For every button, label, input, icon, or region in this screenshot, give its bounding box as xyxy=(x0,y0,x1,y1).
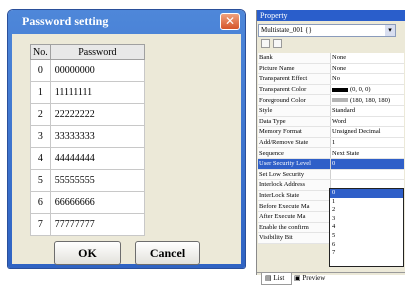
close-icon[interactable]: ✕ xyxy=(220,13,240,30)
object-selector[interactable]: Multistate_001 {} ▾ xyxy=(258,24,396,37)
property-key: Bank xyxy=(258,53,331,64)
property-key: Visibility Bit xyxy=(258,232,331,244)
property-value[interactable]: Unsigned Decimal xyxy=(330,126,404,138)
table-row[interactable]: 7 77777777 xyxy=(30,213,146,236)
property-value[interactable]: (0, 0, 0) xyxy=(330,84,404,96)
property-value[interactable]: 1 xyxy=(330,137,404,149)
dropdown-option[interactable]: 6 xyxy=(330,241,403,250)
table-row[interactable]: 5 55555555 xyxy=(30,169,146,192)
property-row[interactable]: Transparent Color (0, 0, 0) xyxy=(258,84,404,96)
password-cell[interactable]: 55555555 xyxy=(49,169,146,192)
row-number: 0 xyxy=(30,59,51,82)
property-key: Style xyxy=(258,105,331,117)
property-key: Before Execute Ma xyxy=(258,200,331,212)
password-setting-dialog: Password setting ✕ No. Password 0 0000000… xyxy=(8,10,245,268)
row-number: 2 xyxy=(30,103,51,126)
property-key: Data Type xyxy=(258,116,331,128)
color-swatch xyxy=(332,98,348,103)
property-key: Set Low Security xyxy=(258,169,331,181)
property-row[interactable]: Add/Remove State 1 xyxy=(258,137,404,149)
property-key: Transparent Color xyxy=(258,84,331,96)
panel-tabs: ▤ List ▣ Preview xyxy=(257,272,405,286)
table-row[interactable]: 6 66666666 xyxy=(30,191,146,214)
row-number: 1 xyxy=(30,81,51,104)
property-key: Memory Format xyxy=(258,126,331,138)
row-number: 5 xyxy=(30,169,51,192)
password-cell[interactable]: 44444444 xyxy=(49,147,146,170)
dropdown-option[interactable]: 0 xyxy=(330,189,403,198)
security-level-dropdown[interactable]: 01234567 xyxy=(329,188,404,267)
tab-list-label: List xyxy=(273,274,285,282)
property-value[interactable] xyxy=(330,169,404,181)
row-number: 3 xyxy=(30,125,51,148)
property-row[interactable]: User Security Level 0 xyxy=(258,158,404,170)
panel-title: Property xyxy=(257,10,405,21)
ok-button[interactable]: OK xyxy=(54,241,121,265)
property-row[interactable]: Data Type Word xyxy=(258,116,404,128)
property-value[interactable]: None xyxy=(330,63,404,75)
dropdown-option[interactable]: 4 xyxy=(330,223,403,232)
property-key: Interlock Address xyxy=(258,179,331,191)
password-cell[interactable]: 77777777 xyxy=(49,213,146,236)
property-row[interactable]: Memory Format Unsigned Decimal xyxy=(258,126,404,138)
property-row[interactable]: Set Low Security xyxy=(258,169,404,181)
property-panel: Property Multistate_001 {} ▾ Bank None Pic… xyxy=(256,10,405,285)
property-key: Add/Remove State xyxy=(258,137,331,149)
property-value[interactable]: Word xyxy=(330,116,404,128)
object-selector-value: Multistate_001 {} xyxy=(261,26,312,34)
color-swatch xyxy=(332,87,348,92)
property-row[interactable]: Foreground Color (180, 180, 180) xyxy=(258,94,404,106)
property-value[interactable]: 0 xyxy=(330,158,404,170)
table-row[interactable]: 1 11111111 xyxy=(30,81,146,104)
dropdown-option[interactable]: 2 xyxy=(330,206,403,215)
property-row[interactable]: Picture Name None xyxy=(258,63,404,75)
dropdown-option[interactable]: 3 xyxy=(330,215,403,224)
cancel-button[interactable]: Cancel xyxy=(135,241,200,265)
property-value[interactable]: None xyxy=(330,53,404,64)
property-key: Transparent Effect xyxy=(258,73,331,85)
property-value[interactable]: Next State xyxy=(330,147,404,159)
property-key: Enable the confirm xyxy=(258,222,331,234)
table-row[interactable]: 2 22222222 xyxy=(30,103,146,126)
dropdown-option[interactable]: 1 xyxy=(330,198,403,207)
table-row[interactable]: 0 00000000 xyxy=(30,59,146,82)
color-value: (0, 0, 0) xyxy=(350,86,371,94)
password-cell[interactable]: 22222222 xyxy=(49,103,146,126)
property-value[interactable]: Standard xyxy=(330,105,404,117)
password-table-body: 0 00000000 1 11111111 2 22222222 3 33333333 4 444… xyxy=(30,59,146,236)
chevron-down-icon[interactable]: ▾ xyxy=(385,25,395,36)
row-number: 6 xyxy=(30,191,51,214)
property-value[interactable]: No xyxy=(330,73,404,85)
table-row[interactable]: 4 44444444 xyxy=(30,147,146,170)
column-header-no: No. xyxy=(30,44,51,60)
dropdown-option[interactable]: 5 xyxy=(330,232,403,241)
property-key: User Security Level xyxy=(258,158,331,170)
property-key: Picture Name xyxy=(258,63,331,75)
table-row[interactable]: 3 33333333 xyxy=(30,125,146,148)
password-table: No. Password 0 00000000 1 11111111 2 22222222… xyxy=(30,44,146,236)
property-key: InterLock State xyxy=(258,190,331,202)
property-row[interactable]: Transparent Effect No xyxy=(258,73,404,85)
property-key: Sequence xyxy=(258,147,331,159)
password-cell[interactable]: 11111111 xyxy=(49,81,146,104)
categorized-view-icon[interactable] xyxy=(261,39,270,48)
color-value: (180, 180, 180) xyxy=(350,96,391,104)
alphabetical-view-icon[interactable] xyxy=(273,39,282,48)
dialog-client-area: No. Password 0 00000000 1 11111111 2 22222222… xyxy=(12,34,241,265)
row-number: 4 xyxy=(30,147,51,170)
dialog-title: Password setting xyxy=(22,14,109,28)
password-cell[interactable]: 66666666 xyxy=(49,191,146,214)
column-header-password: Password xyxy=(49,44,146,60)
password-cell[interactable]: 00000000 xyxy=(49,59,146,82)
property-key: After Execute Ma xyxy=(258,211,331,223)
property-value[interactable]: (180, 180, 180) xyxy=(330,94,404,106)
password-cell[interactable]: 33333333 xyxy=(49,125,146,148)
property-row[interactable]: Style Standard xyxy=(258,105,404,117)
tab-preview-label: Preview xyxy=(302,274,326,282)
row-number: 7 xyxy=(30,213,51,236)
dropdown-option[interactable]: 7 xyxy=(330,249,403,258)
property-row[interactable]: Sequence Next State xyxy=(258,147,404,159)
property-key: Foreground Color xyxy=(258,94,331,106)
property-row[interactable]: Bank None xyxy=(258,53,404,64)
